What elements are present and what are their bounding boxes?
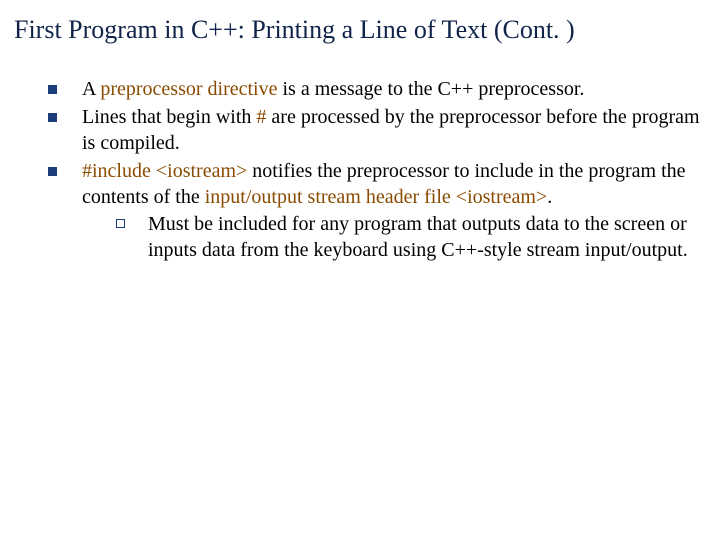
slide-title: First Program in C++: Printing a Line of… [14, 14, 712, 47]
bullet-text-post: is a message to the C++ preprocessor. [277, 78, 584, 100]
bullet-text-pre: A [82, 78, 100, 100]
square-bullet-icon [48, 113, 57, 122]
sub-list-item: Must be included for any program that ou… [116, 212, 712, 263]
list-item: Lines that begin with # are processed by… [48, 105, 712, 156]
bullet-term: #include <iostream> [82, 160, 247, 182]
bullet-term-2: input/output stream header file <iostrea… [205, 186, 547, 208]
sub-bullet-text: Must be included for any program that ou… [148, 213, 688, 261]
bullet-term: preprocessor directive [100, 78, 277, 100]
bullet-list: A preprocessor directive is a message to… [14, 77, 712, 264]
bullet-text-pre: Lines that begin with [82, 106, 256, 128]
open-square-bullet-icon [116, 219, 125, 228]
list-item: #include <iostream> notifies the preproc… [48, 159, 712, 263]
bullet-text-post: . [547, 186, 552, 208]
square-bullet-icon [48, 167, 57, 176]
bullet-term: # [256, 106, 266, 128]
slide: First Program in C++: Printing a Line of… [0, 0, 720, 540]
sub-bullet-list: Must be included for any program that ou… [82, 212, 712, 263]
square-bullet-icon [48, 85, 57, 94]
list-item: A preprocessor directive is a message to… [48, 77, 712, 103]
